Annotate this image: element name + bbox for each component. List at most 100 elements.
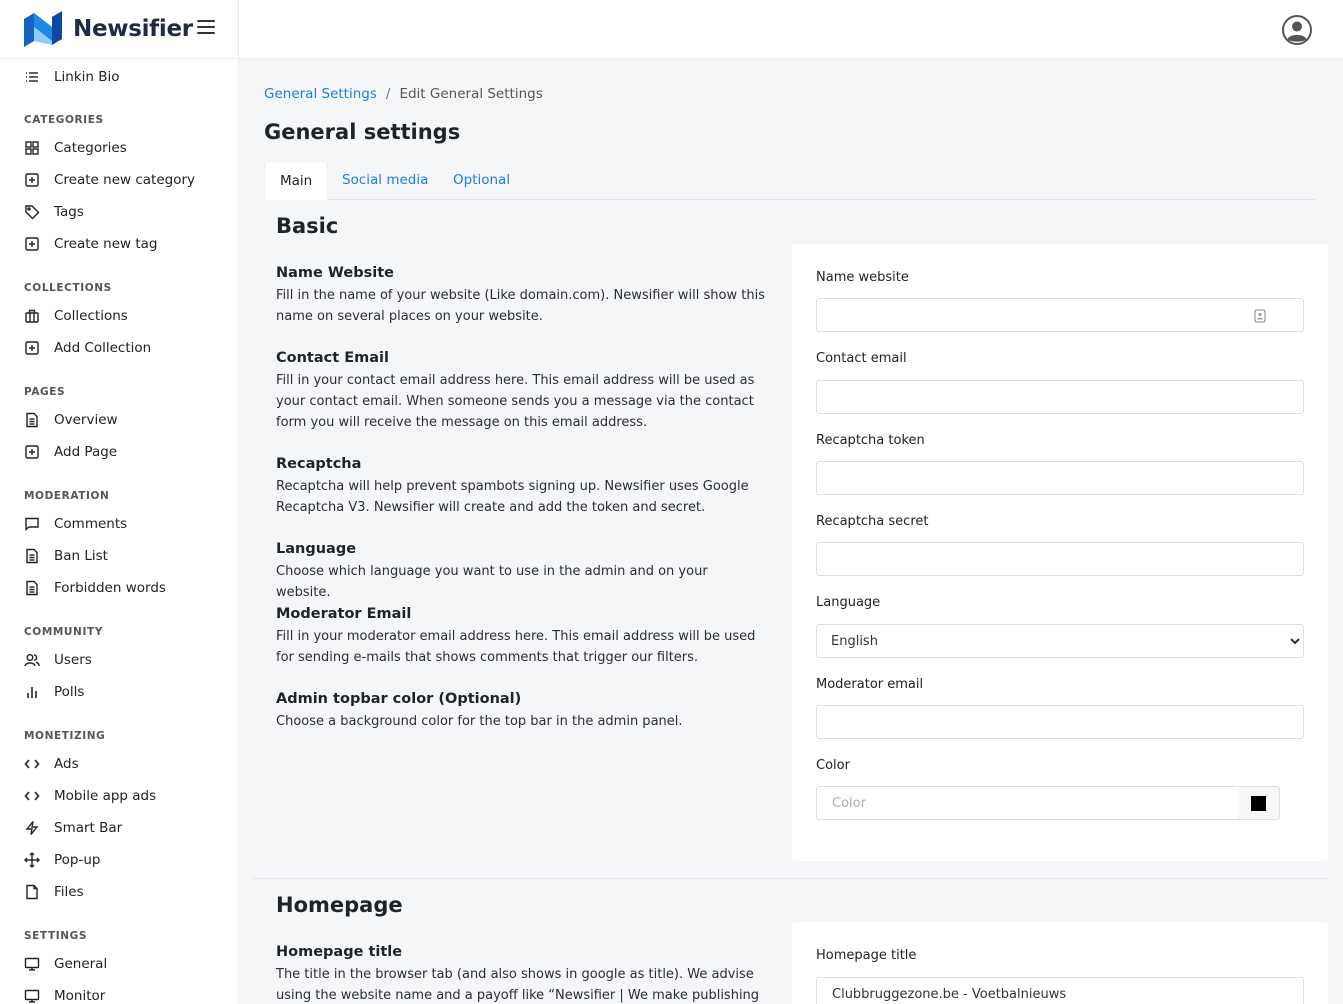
sidebar-item-smart-bar[interactable]: Smart Bar — [24, 816, 122, 840]
tab-main[interactable]: Main — [264, 161, 329, 200]
sidebar-item-tags[interactable]: Tags — [24, 200, 84, 224]
document-icon — [24, 580, 40, 596]
contact-card-icon[interactable] — [1254, 309, 1266, 323]
page-title: General settings — [264, 120, 461, 144]
list-icon — [24, 69, 40, 85]
document-icon — [24, 548, 40, 564]
recaptcha-token-input[interactable] — [816, 461, 1304, 495]
info-admin-topbar-color: Admin topbar color (Optional) Choose a b… — [276, 691, 766, 732]
sidebar-item-users[interactable]: Users — [24, 648, 92, 672]
info-title: Language — [276, 541, 357, 557]
sidebar-item-ban-list[interactable]: Ban List — [24, 544, 108, 568]
briefcase-icon — [24, 308, 40, 324]
contact-email-label: Contact email — [816, 351, 907, 366]
recaptcha-token-label: Recaptcha token — [816, 433, 925, 448]
moderator-email-input[interactable] — [816, 705, 1304, 739]
recaptcha-secret-input[interactable] — [816, 542, 1304, 576]
info-language: Language Choose which language you want … — [276, 541, 766, 603]
sidebar-item-general[interactable]: General — [24, 952, 107, 976]
sidebar-item-label: Users — [54, 652, 92, 668]
info-title: Homepage title — [276, 944, 403, 960]
sidebar: Linkin Bio CATEGORIES Categories Create … — [0, 59, 239, 1004]
info-text: Fill in your contact email address here.… — [276, 373, 755, 430]
contact-email-input[interactable] — [816, 380, 1304, 414]
name-website-input[interactable] — [816, 298, 1304, 332]
sidebar-item-linkin-bio[interactable]: Linkin Bio — [24, 65, 120, 89]
sidebar-heading-settings: SETTINGS — [24, 930, 87, 942]
sidebar-item-label: Forbidden words — [54, 580, 166, 596]
tab-social-media[interactable]: Social media — [342, 161, 428, 200]
info-text: Choose which language you want to use in… — [276, 564, 708, 600]
moderator-email-label: Moderator email — [816, 677, 924, 692]
sidebar-heading-community: COMMUNITY — [24, 626, 103, 638]
tab-optional[interactable]: Optional — [453, 161, 510, 200]
plus-square-icon — [24, 340, 40, 356]
divider — [238, 0, 239, 59]
sidebar-item-label: Smart Bar — [54, 820, 123, 836]
sidebar-item-forbidden-words[interactable]: Forbidden words — [24, 576, 166, 600]
brand[interactable]: Newsifier — [24, 11, 193, 47]
sidebar-item-add-page[interactable]: Add Page — [24, 440, 117, 464]
breadcrumb-separator: / — [385, 86, 391, 102]
section-divider — [252, 878, 1328, 879]
section-title-basic: Basic — [276, 214, 339, 238]
sidebar-item-ads[interactable]: Ads — [24, 752, 79, 776]
user-avatar-icon[interactable] — [1282, 15, 1312, 45]
sidebar-heading-monetizing: MONETIZING — [24, 730, 106, 742]
breadcrumb-parent-link[interactable]: General Settings — [264, 86, 377, 102]
sidebar-item-label: Ban List — [54, 548, 108, 564]
brand-name: Newsifier — [73, 16, 193, 42]
sidebar-item-overview[interactable]: Overview — [24, 408, 118, 432]
sidebar-item-label: Monitor — [54, 988, 106, 1004]
sidebar-item-label: Mobile app ads — [54, 788, 157, 804]
sidebar-item-label: Ads — [54, 756, 79, 772]
sidebar-item-label: Linkin Bio — [54, 69, 120, 85]
newsifier-logo-icon — [24, 11, 62, 47]
sidebar-item-label: Polls — [54, 684, 85, 700]
homepage-settings-card: Homepage title — [792, 922, 1328, 1004]
tag-icon — [24, 204, 40, 220]
info-text: The title in the browser tab (and also s… — [276, 967, 760, 1003]
plus-square-icon — [24, 236, 40, 252]
name-website-label: Name website — [816, 270, 909, 285]
homepage-title-input[interactable] — [816, 977, 1304, 1004]
sidebar-item-categories[interactable]: Categories — [24, 136, 127, 160]
info-moderator-email: Moderator Email Fill in your moderator e… — [276, 606, 766, 668]
monitor-icon — [24, 988, 40, 1004]
sidebar-item-collections[interactable]: Collections — [24, 304, 128, 328]
language-select[interactable]: English — [816, 624, 1304, 658]
homepage-title-label: Homepage title — [816, 948, 917, 963]
sidebar-item-monitor[interactable]: Monitor — [24, 984, 105, 1004]
bar-chart-icon — [24, 684, 40, 700]
sidebar-item-files[interactable]: Files — [24, 880, 84, 904]
color-input[interactable] — [816, 786, 1263, 820]
document-icon — [24, 412, 40, 428]
sidebar-item-create-new-tag[interactable]: Create new tag — [24, 232, 157, 256]
info-title: Admin topbar color (Optional) — [276, 691, 522, 707]
sidebar-item-create-new-category[interactable]: Create new category — [24, 168, 195, 192]
sidebar-item-comments[interactable]: Comments — [24, 512, 127, 536]
breadcrumb: General Settings / Edit General Settings — [264, 86, 543, 102]
sidebar-item-add-collection[interactable]: Add Collection — [24, 336, 151, 360]
sidebar-item-label: Comments — [54, 516, 128, 532]
info-text: Choose a background color for the top ba… — [276, 714, 683, 729]
section-title-homepage: Homepage — [276, 893, 403, 917]
sidebar-item-polls[interactable]: Polls — [24, 680, 84, 704]
grid-icon — [24, 140, 40, 156]
info-contact-email: Contact Email Fill in your contact email… — [276, 350, 766, 433]
sidebar-item-mobile-app-ads[interactable]: Mobile app ads — [24, 784, 156, 808]
info-title: Name Website — [276, 265, 394, 281]
sidebar-heading-moderation: MODERATION — [24, 490, 110, 502]
sidebar-item-pop-up[interactable]: Pop-up — [24, 848, 101, 872]
sidebar-item-label: Tags — [54, 204, 84, 220]
menu-toggle-icon[interactable] — [197, 20, 215, 36]
code-icon — [24, 756, 40, 772]
code-icon — [24, 788, 40, 804]
users-icon — [24, 652, 40, 668]
sidebar-item-label: Add Collection — [54, 340, 152, 356]
monitor-icon — [24, 956, 40, 972]
info-title: Moderator Email — [276, 606, 412, 622]
comment-icon — [24, 516, 40, 532]
settings-tabs: Main Social media Optional — [264, 161, 1316, 200]
color-picker-button[interactable] — [1238, 786, 1280, 820]
